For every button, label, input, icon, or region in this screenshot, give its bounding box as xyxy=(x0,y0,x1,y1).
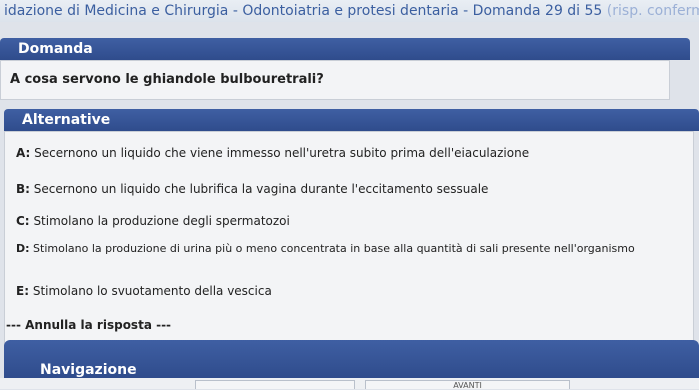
answer-option-d[interactable]: D: Stimolano la produzione di urina più … xyxy=(16,242,635,255)
domanda-header: Domanda xyxy=(0,38,690,60)
alternative-header: Alternative xyxy=(4,109,699,131)
answer-letter: D: xyxy=(16,242,30,255)
answer-text: Secernono un liquido che lubrifica la va… xyxy=(33,182,489,196)
answer-text: Stimolano la produzione degli spermatozo… xyxy=(33,214,290,228)
navigazione-header-label: Navigazione xyxy=(40,362,137,378)
window-title-text: idazione di Medicina e Chirurgia - Odont… xyxy=(4,3,603,19)
annulla-risposta-button[interactable]: --- Annulla la risposta --- xyxy=(6,318,171,332)
navigazione-header: Navigazione xyxy=(4,340,699,378)
answer-option-e[interactable]: E: Stimolano lo svuotamento della vescic… xyxy=(16,284,272,298)
alternative-header-label: Alternative xyxy=(22,112,111,128)
answer-letter: E: xyxy=(16,284,29,298)
window-title: idazione di Medicina e Chirurgia - Odont… xyxy=(0,0,699,22)
question-text: A cosa servono le ghiandole bulbouretral… xyxy=(10,72,324,87)
nav-button-prev[interactable] xyxy=(195,380,355,389)
answer-option-a[interactable]: A: Secernono un liquido che viene immess… xyxy=(16,146,529,160)
answer-text: Secernono un liquido che viene immesso n… xyxy=(34,146,530,160)
answer-letter: A: xyxy=(16,146,31,160)
next-button[interactable]: AVANTI xyxy=(365,380,570,390)
answer-option-b[interactable]: B: Secernono un liquido che lubrifica la… xyxy=(16,182,488,196)
answer-letter: B: xyxy=(16,182,30,196)
answer-option-c[interactable]: C: Stimolano la produzione degli spermat… xyxy=(16,214,290,228)
domanda-header-label: Domanda xyxy=(18,41,93,57)
answer-text: Stimolano lo svuotamento della vescica xyxy=(32,284,272,298)
window-title-status: (risp. confermi xyxy=(606,3,699,19)
answer-text: Stimolano la produzione di urina più o m… xyxy=(33,242,635,255)
answer-letter: C: xyxy=(16,214,30,228)
